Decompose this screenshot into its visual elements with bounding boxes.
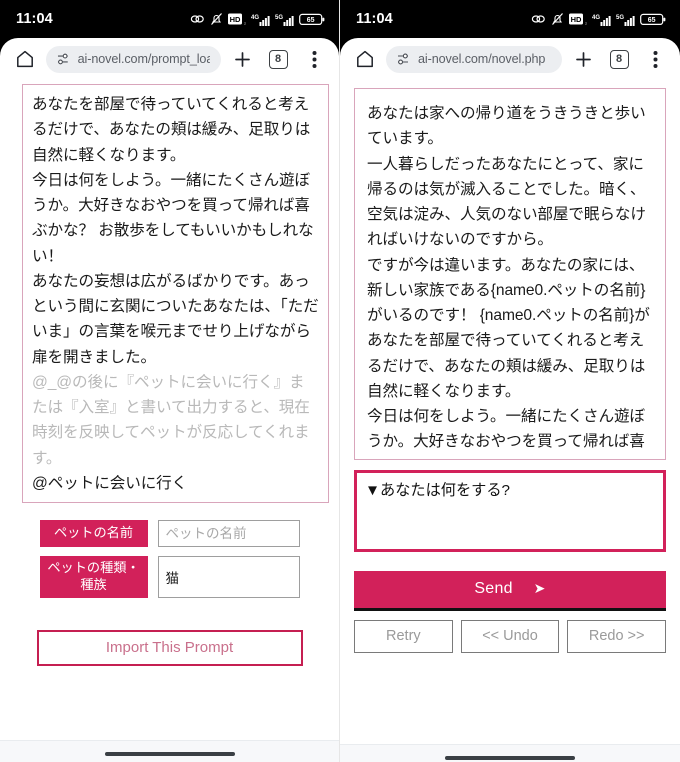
page-settings-icon: [398, 53, 408, 65]
redo-button[interactable]: Redo >>: [567, 619, 667, 653]
gesture-pill[interactable]: [104, 751, 235, 756]
4g-signal-icon: 4G: [592, 15, 611, 26]
plus-icon[interactable]: [568, 44, 598, 74]
status-clock: 11:04: [16, 11, 53, 27]
omnibox-url-right: ai-novel.com/novel.php: [418, 52, 546, 66]
svg-text:₂: ₂: [244, 20, 246, 25]
label-pet-species: ペットの種類・種族: [39, 556, 148, 598]
browser-toolbar-wrap-right: ai-novel.com/novel.php 8: [340, 38, 680, 80]
link-icon: [190, 15, 204, 23]
page-settings-icon: [57, 53, 68, 65]
form-row-pet-species: ペットの種類・種族: [18, 556, 321, 598]
5g-signal-icon: 5G: [616, 15, 635, 26]
page-content-right: あなたは家への帰り道をうきうきと歩いています。 一人暮らしだったあなたにとって、…: [340, 88, 680, 762]
tab-count-label: 8: [268, 49, 288, 69]
svg-text:4G: 4G: [251, 15, 259, 21]
battery-level-text: 65: [648, 17, 656, 24]
prompt-text-command: @ペットに会いに行く: [32, 474, 188, 492]
undo-button[interactable]: << Undo: [460, 619, 560, 653]
retry-button[interactable]: Retry: [354, 619, 453, 653]
svg-text:5G: 5G: [616, 15, 624, 21]
tab-count-button-right[interactable]: 8: [604, 44, 634, 74]
battery-level-text: 65: [307, 17, 315, 24]
tab-count-button-left[interactable]: 8: [263, 44, 293, 74]
gesture-nav-bar-right: [340, 744, 680, 762]
prompt-preview-text: あなたを部屋で待っていてくれると考えるだけで、あなたの頬は緩み、足取りは自然に軽…: [32, 92, 319, 496]
prompt-text-instruction: @_@の後に『ペットに会いに行く』または『入室』と書いて出力すると、現在時刻を反…: [32, 373, 310, 467]
battery-icon: 65: [299, 13, 325, 25]
hd-voice-icon: HD ₂: [228, 13, 246, 25]
plus-icon[interactable]: [227, 44, 257, 74]
tab-count-label: 8: [609, 49, 629, 69]
svg-text:HD: HD: [571, 15, 582, 24]
omnibox-url-left: ai-novel.com/prompt_loa: [77, 52, 210, 66]
omnibox-right[interactable]: ai-novel.com/novel.php: [386, 45, 562, 73]
mute-bell-icon: [552, 13, 563, 25]
status-bar-right: 11:04 HD ₂ 4G 5G 65: [340, 0, 680, 38]
status-icon-group: HD ₂ 4G 5G 65: [190, 12, 325, 26]
history-nav-group: Retry << Undo Redo >>: [354, 619, 667, 653]
browser-toolbar-wrap-left: ai-novel.com/prompt_loa 8: [0, 38, 339, 80]
dual-screenshot-container: 11:04 HD ₂ 4G 5G 65 ai-novel.com/prompt_…: [0, 0, 680, 762]
prompt-preview-card: あなたを部屋で待っていてくれると考えるだけで、あなたの頬は緩み、足取りは自然に軽…: [22, 84, 329, 503]
battery-icon: 65: [640, 13, 666, 25]
browser-toolbar-right: ai-novel.com/novel.php 8: [340, 38, 680, 80]
omnibox-left[interactable]: ai-novel.com/prompt_loa: [46, 45, 221, 73]
svg-text:₂: ₂: [585, 20, 587, 25]
home-icon[interactable]: [10, 44, 40, 74]
send-button[interactable]: Send ➤: [354, 570, 666, 611]
player-answer-input[interactable]: [354, 469, 666, 552]
prompt-variable-form: ペットの名前 ペットの種類・種族: [0, 520, 339, 598]
hd-voice-icon: HD ₂: [569, 13, 587, 25]
overflow-menu-icon[interactable]: [640, 44, 670, 74]
prompt-text-main: あなたを部屋で待っていてくれると考えるだけで、あなたの頬は緩み、足取りは自然に軽…: [32, 96, 319, 366]
send-button-label: Send: [474, 580, 513, 597]
browser-toolbar-left: ai-novel.com/prompt_loa 8: [0, 38, 339, 80]
home-icon[interactable]: [350, 44, 380, 74]
gesture-nav-bar-left: [0, 740, 339, 762]
form-row-pet-name: ペットの名前: [18, 520, 321, 547]
send-arrow-icon: ➤: [533, 580, 546, 596]
4g-signal-icon: 4G: [251, 15, 270, 26]
status-bar-left: 11:04 HD ₂ 4G 5G 65: [0, 0, 339, 38]
import-prompt-button[interactable]: Import This Prompt: [36, 629, 303, 666]
status-icon-group-right: HD ₂ 4G 5G 65: [531, 12, 666, 26]
label-pet-name: ペットの名前: [39, 520, 148, 547]
panel-novel-player: 11:04 HD ₂ 4G 5G 65 ai-novel.com/novel.p…: [340, 0, 680, 762]
gesture-pill[interactable]: [445, 755, 575, 760]
page-content-left: あなたを部屋で待っていてくれると考えるだけで、あなたの頬は緩み、足取りは自然に軽…: [0, 84, 339, 762]
mute-bell-icon: [211, 13, 222, 25]
link-icon: [531, 15, 545, 23]
input-pet-species[interactable]: [157, 556, 300, 598]
novel-story-text: あなたは家への帰り道をうきうきと歩いています。 一人暮らしだったあなたにとって、…: [367, 105, 650, 451]
input-pet-name[interactable]: [157, 520, 300, 547]
svg-text:5G: 5G: [275, 15, 283, 21]
5g-signal-icon: 5G: [275, 15, 294, 26]
svg-text:HD: HD: [230, 15, 241, 24]
panel-prompt-loader: 11:04 HD ₂ 4G 5G 65 ai-novel.com/prompt_…: [0, 0, 340, 762]
svg-text:4G: 4G: [592, 15, 600, 21]
novel-story-card: あなたは家への帰り道をうきうきと歩いています。 一人暮らしだったあなたにとって、…: [354, 88, 666, 460]
status-clock-right: 11:04: [356, 11, 393, 27]
overflow-menu-icon[interactable]: [299, 44, 329, 74]
